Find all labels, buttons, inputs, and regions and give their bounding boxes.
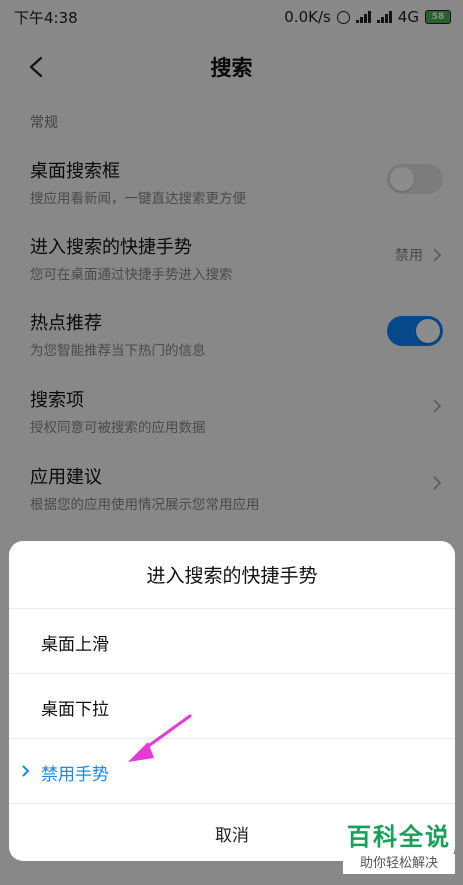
option-label: 桌面上滑 — [41, 635, 109, 655]
option-disable-gesture[interactable]: 禁用手势 — [9, 739, 455, 804]
dialog-title: 进入搜索的快捷手势 — [9, 541, 455, 609]
gesture-dialog: 进入搜索的快捷手势 桌面上滑 桌面下拉 禁用手势 取消 — [9, 541, 455, 861]
settings-screen: 下午4:38 0.0K/s 4G 58 搜索 常规 桌面搜索框 搜应用看新闻，一… — [0, 0, 463, 885]
watermark-logo: 百科全说 助你轻松解决 — [343, 822, 455, 874]
option-label: 禁用手势 — [41, 765, 109, 785]
selected-chevron-icon — [22, 765, 30, 777]
option-label: 桌面下拉 — [41, 700, 109, 720]
option-pull-down[interactable]: 桌面下拉 — [9, 674, 455, 739]
watermark-title: 百科全说 — [347, 823, 451, 851]
watermark-subtitle: 助你轻松解决 — [343, 854, 455, 874]
option-swipe-up[interactable]: 桌面上滑 — [9, 609, 455, 674]
